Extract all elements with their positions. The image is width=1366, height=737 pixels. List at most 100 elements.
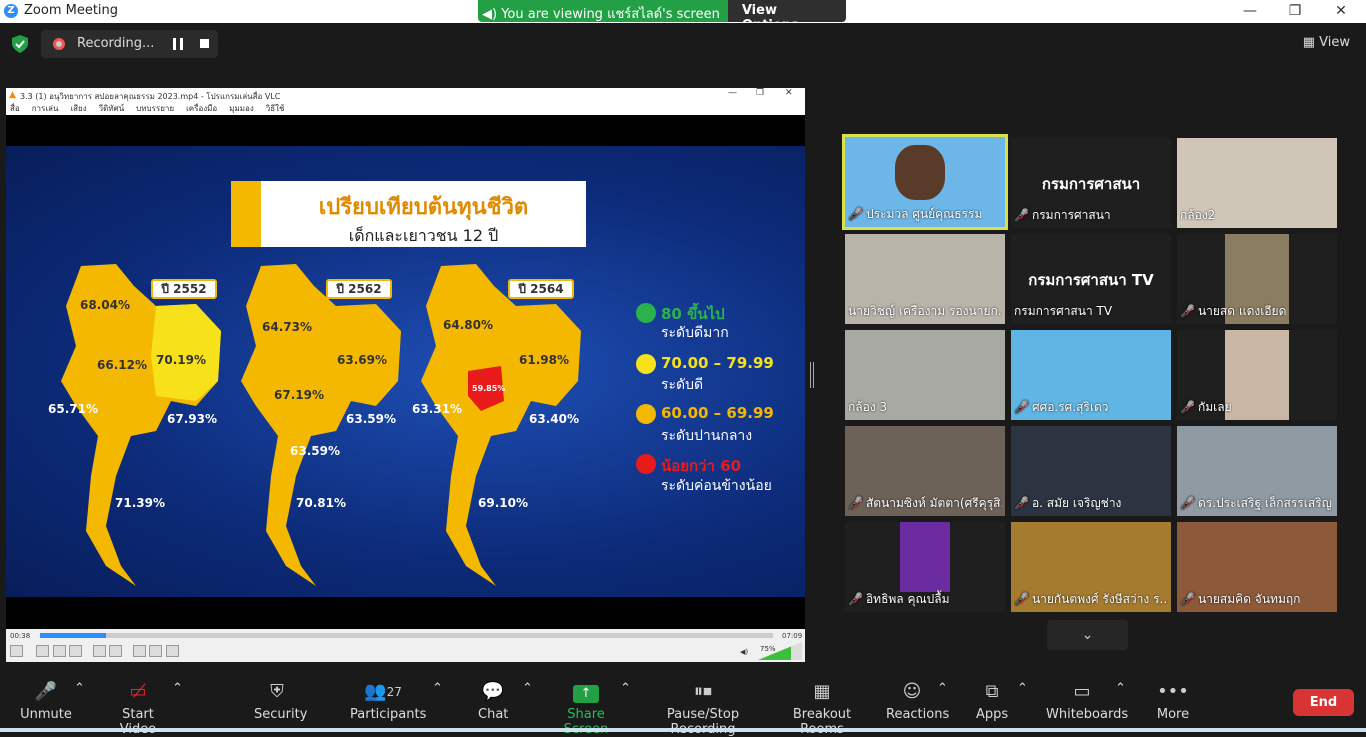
vlc-menu-item[interactable]: สื่อ — [10, 102, 20, 115]
vlc-menu-item[interactable]: เครื่องมือ — [186, 102, 217, 115]
vlc-restore-icon[interactable]: ❐ — [756, 88, 764, 98]
vlc-controls: 00:38 07:09 ◀) 75% — [6, 629, 805, 662]
vlc-next-button[interactable] — [69, 645, 82, 657]
vlc-fullscreen-button[interactable] — [93, 645, 106, 657]
vlc-volume-slider[interactable] — [758, 642, 802, 660]
chat-button[interactable]: 💬 Chat — [478, 681, 508, 722]
pause-recording-icon[interactable] — [173, 38, 183, 50]
gallery-next-page-button[interactable]: ⌄ — [1047, 620, 1128, 650]
close-button[interactable]: ✕ — [1318, 0, 1364, 23]
participant-name: 🎤̸ ศศอ.รศ.สุริเดว — [1014, 400, 1109, 414]
vlc-shuffle-button[interactable] — [166, 645, 179, 657]
vlc-menu-item[interactable]: วิธีใช้ — [266, 102, 285, 115]
recording-dot-icon — [53, 38, 65, 50]
chevron-down-icon: ⌄ — [1081, 627, 1094, 643]
vlc-minimize-icon[interactable]: — — [728, 88, 737, 98]
vlc-menu-item[interactable]: บทบรรยาย — [136, 102, 174, 115]
muted-mic-icon: 🎤̸ — [1180, 496, 1195, 510]
participant-tile[interactable]: 🎤̸ กัมเลย — [1177, 330, 1337, 420]
vlc-time-current: 00:38 — [10, 632, 31, 640]
participant-tile[interactable]: 🎤̸ อิทธิพล คุณปลื้ม — [845, 522, 1005, 612]
share-options-caret[interactable]: ⌃ — [620, 681, 631, 696]
participant-tile[interactable]: กรมการศาสนา TV กรมการศาสนา TV — [1011, 234, 1171, 324]
vlc-loop-button[interactable] — [149, 645, 162, 657]
participant-tile[interactable]: 🎤̸ นายสด แดงเอียด — [1177, 234, 1337, 324]
muted-mic-icon: 🎤̸ — [848, 496, 863, 510]
participant-tile[interactable]: 🎤̸ นายกันตพงศ์ รังษีสว่าง ร... — [1011, 522, 1171, 612]
chat-options-caret[interactable]: ⌃ — [522, 681, 533, 696]
participant-tile[interactable]: กล้อง2 — [1177, 138, 1337, 228]
video-feed — [1225, 330, 1289, 420]
vlc-previous-button[interactable] — [36, 645, 49, 657]
reactions-button[interactable]: ☺ Reactions — [886, 681, 949, 722]
vlc-seek-bar[interactable] — [40, 633, 773, 638]
whiteboards-button[interactable]: ▭ Whiteboards — [1046, 681, 1128, 722]
participants-button[interactable]: 👥27 Participants — [350, 681, 426, 722]
whiteboards-options-caret[interactable]: ⌃ — [1115, 681, 1126, 696]
security-button[interactable]: ⛨ Security — [254, 681, 307, 722]
legend-dot — [636, 454, 656, 474]
view-button[interactable]: ▦ View — [1303, 35, 1350, 50]
minimize-button[interactable]: — — [1227, 0, 1273, 23]
apps-button[interactable]: ⧉ Apps — [976, 681, 1008, 722]
participant-tile[interactable]: นายวิชญ์ เครืองาม รองนายก... — [845, 234, 1005, 324]
pause-stop-icon: ⏸⏹ — [694, 681, 712, 702]
vlc-speaker-icon[interactable]: ◀) — [740, 648, 748, 656]
map-value: 70.19% — [156, 353, 206, 367]
participant-tile[interactable]: 🎤̸ ประมวล ศูนย์คุณธรรม — [842, 134, 1008, 230]
vlc-menu-item[interactable]: มุมมอง — [229, 102, 254, 115]
stop-recording-icon[interactable] — [200, 39, 209, 48]
meeting-toolbar: 🎤 Unmute ⌃ ▭̸ Start Video ⌃ ⛨ Security 👥… — [0, 673, 1366, 737]
participant-tile[interactable]: กล้อง 3 — [845, 330, 1005, 420]
whiteboard-icon: ▭ — [1073, 681, 1091, 702]
participant-name: กล้อง 3 — [848, 400, 888, 414]
vlc-menubar: สื่อ การเล่น เสียง วีดิทัศน์ บทบรรยาย เค… — [6, 102, 805, 115]
view-options-button[interactable]: View Options ⌄ — [727, 0, 846, 33]
participant-tile[interactable]: 🎤̸ นายสมคิด จันทมฤก — [1177, 522, 1337, 612]
vlc-menu-item[interactable]: เสียง — [70, 102, 86, 115]
year-badge: ปี 2562 — [326, 279, 392, 299]
unmute-button[interactable]: 🎤 Unmute — [20, 681, 72, 722]
vlc-extended-settings-button[interactable] — [109, 645, 122, 657]
participant-tile[interactable]: 🎤̸ สัตนามซิงห์ มัตตา(ศรีคุรุสิ... — [845, 426, 1005, 516]
video-options-caret[interactable]: ⌃ — [172, 681, 183, 696]
restore-button[interactable]: ❐ — [1272, 0, 1318, 23]
vlc-time-total: 07:09 — [782, 632, 803, 640]
more-button[interactable]: ••• More — [1156, 681, 1190, 722]
participant-tile[interactable]: 🎤̸ ดร.ประเสริฐ เล็กสรรเสริญ — [1177, 426, 1337, 516]
chat-icon: 💬 — [481, 681, 505, 702]
map-value: 65.71% — [48, 402, 98, 416]
window-title: Zoom Meeting — [24, 3, 119, 18]
bottom-edge — [0, 728, 1366, 732]
vlc-menu-item[interactable]: วีดิทัศน์ — [99, 102, 125, 115]
vlc-pause-button[interactable] — [10, 645, 23, 657]
legend-range: 70.00 – 79.99 — [661, 354, 774, 372]
participant-tile[interactable]: 🎤̸ อ. สมัย เจริญช่าง — [1011, 426, 1171, 516]
vlc-menu-item[interactable]: การเล่น — [32, 102, 59, 115]
map-value: 63.31% — [412, 402, 462, 416]
map-value: 70.81% — [296, 496, 346, 510]
participant-tile[interactable]: 🎤̸ ศศอ.รศ.สุริเดว — [1011, 330, 1171, 420]
vlc-close-icon[interactable]: ✕ — [785, 88, 793, 98]
map-value: 59.85% — [472, 384, 506, 393]
participant-name: 🎤̸ อ. สมัย เจริญช่าง — [1014, 496, 1122, 510]
encryption-shield-icon[interactable] — [12, 35, 28, 53]
map-value: 66.12% — [97, 358, 147, 372]
apps-icon: ⧉ — [985, 681, 999, 702]
vlc-playlist-button[interactable] — [133, 645, 146, 657]
presentation-slide: เปรียบเทียบต้นทุนชีวิต เด็กและเยาวชน 12 … — [6, 146, 805, 597]
reactions-options-caret[interactable]: ⌃ — [937, 681, 948, 696]
participant-display-name: กรมการศาสนา TV — [1028, 271, 1154, 289]
apps-options-caret[interactable]: ⌃ — [1017, 681, 1028, 696]
end-meeting-button[interactable]: End — [1293, 689, 1354, 716]
participants-options-caret[interactable]: ⌃ — [432, 681, 443, 696]
vlc-title: 3.3 (1) อนุวิทยาการ สปอยลาคุณธรรม 2023.m… — [20, 92, 281, 101]
meeting-topbar: Recording... ▦ View — [0, 23, 1366, 65]
grid-icon: ▦ — [1302, 35, 1320, 50]
participant-name: 🎤̸ นายสด แดงเอียด — [1180, 304, 1287, 318]
vlc-stop-button[interactable] — [53, 645, 66, 657]
audio-options-caret[interactable]: ⌃ — [74, 681, 85, 696]
panel-resize-handle[interactable] — [810, 362, 814, 388]
participant-name: 🎤̸ ประมวล ศูนย์คุณธรรม — [848, 207, 983, 221]
participant-tile[interactable]: กรมการศาสนา 🎤̸ กรมการศาสนา — [1011, 138, 1171, 228]
